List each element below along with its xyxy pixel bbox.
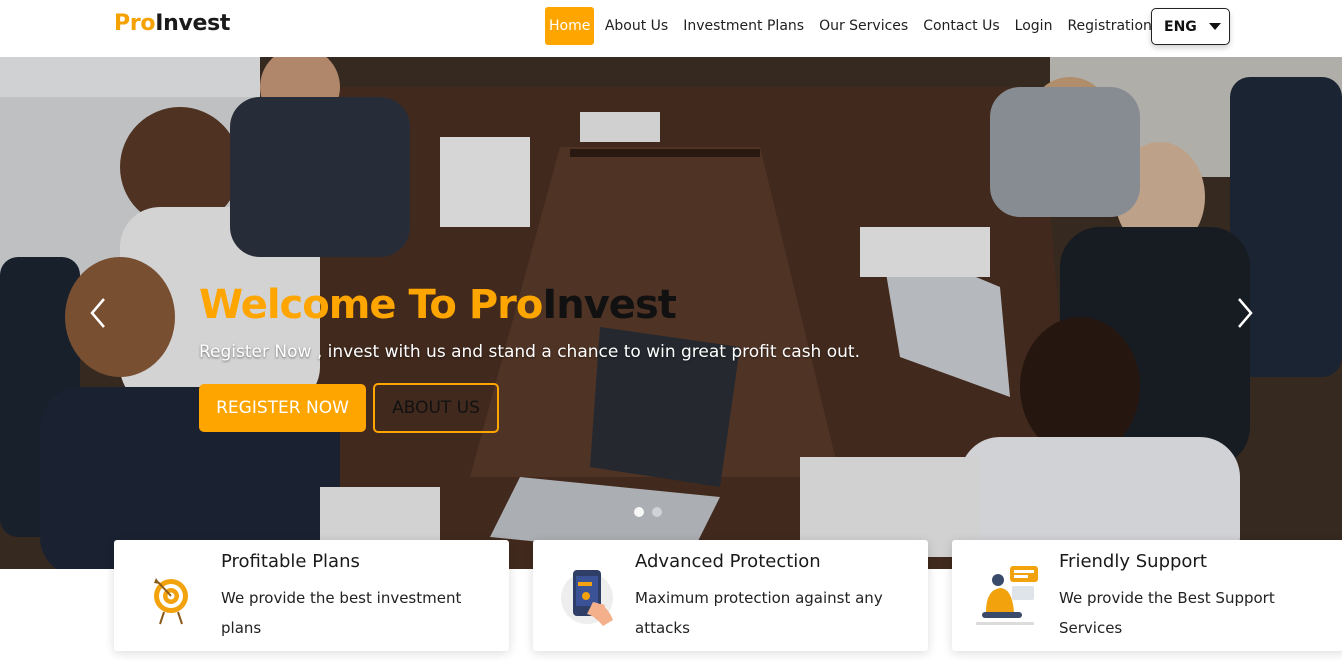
nav-investment-plans[interactable]: Investment Plans bbox=[676, 7, 812, 45]
feature-text: We provide the best investment plans bbox=[221, 589, 462, 637]
feature-card-advanced-protection: Advanced Protection Maximum protection a… bbox=[533, 540, 928, 651]
brand-suffix: Invest bbox=[155, 11, 231, 36]
feature-card-friendly-support: Friendly Support We provide the Best Sup… bbox=[952, 540, 1342, 651]
hero-carousel: Welcome To ProInvest Register Now , inve… bbox=[0, 57, 1342, 569]
brand-prefix: Pro bbox=[114, 11, 156, 36]
language-select[interactable]: ENG bbox=[1151, 8, 1230, 45]
nav-login[interactable]: Login bbox=[1007, 7, 1060, 45]
register-now-button[interactable]: REGISTER NOW bbox=[199, 384, 366, 432]
carousel-dot[interactable] bbox=[634, 507, 644, 517]
feature-card-profitable-plans: Profitable Plans We provide the best inv… bbox=[114, 540, 509, 651]
hero-subtitle: Register Now , invest with us and stand … bbox=[199, 342, 860, 362]
hero-title-highlight: Pro bbox=[468, 282, 544, 328]
target-icon bbox=[154, 578, 188, 625]
feature-title: Friendly Support bbox=[1059, 551, 1207, 572]
nav-home[interactable]: Home bbox=[545, 7, 595, 45]
caret-down-icon bbox=[1208, 23, 1221, 30]
nav-registration[interactable]: Registration bbox=[1060, 7, 1159, 45]
hero-title-part1: Welcome To bbox=[199, 282, 469, 328]
carousel-dot[interactable] bbox=[652, 507, 662, 517]
main-nav: Home About Us Investment Plans Our Servi… bbox=[545, 7, 1159, 45]
hero-title-part2: Invest bbox=[542, 282, 676, 328]
feature-text: Maximum protection against any attacks bbox=[635, 589, 883, 637]
language-value: ENG bbox=[1164, 18, 1197, 35]
feature-title: Profitable Plans bbox=[221, 551, 360, 572]
carousel-indicators bbox=[634, 507, 662, 517]
nav-our-services[interactable]: Our Services bbox=[812, 7, 916, 45]
navbar: ProInvest Home About Us Investment Plans… bbox=[0, 0, 1342, 57]
carousel-prev-icon[interactable] bbox=[88, 297, 108, 329]
feature-title: Advanced Protection bbox=[635, 551, 821, 572]
about-us-button[interactable]: ABOUT US bbox=[373, 383, 499, 433]
secure-phone-icon bbox=[561, 570, 613, 626]
feature-text: We provide the Best Support Services bbox=[1059, 589, 1275, 637]
carousel-next-icon[interactable] bbox=[1235, 297, 1255, 329]
support-person-icon bbox=[976, 566, 1038, 625]
brand-logo[interactable]: ProInvest bbox=[114, 11, 230, 36]
nav-about-us[interactable]: About Us bbox=[597, 7, 675, 45]
nav-contact-us[interactable]: Contact Us bbox=[916, 7, 1007, 45]
hero-title: Welcome To ProInvest bbox=[199, 282, 677, 328]
